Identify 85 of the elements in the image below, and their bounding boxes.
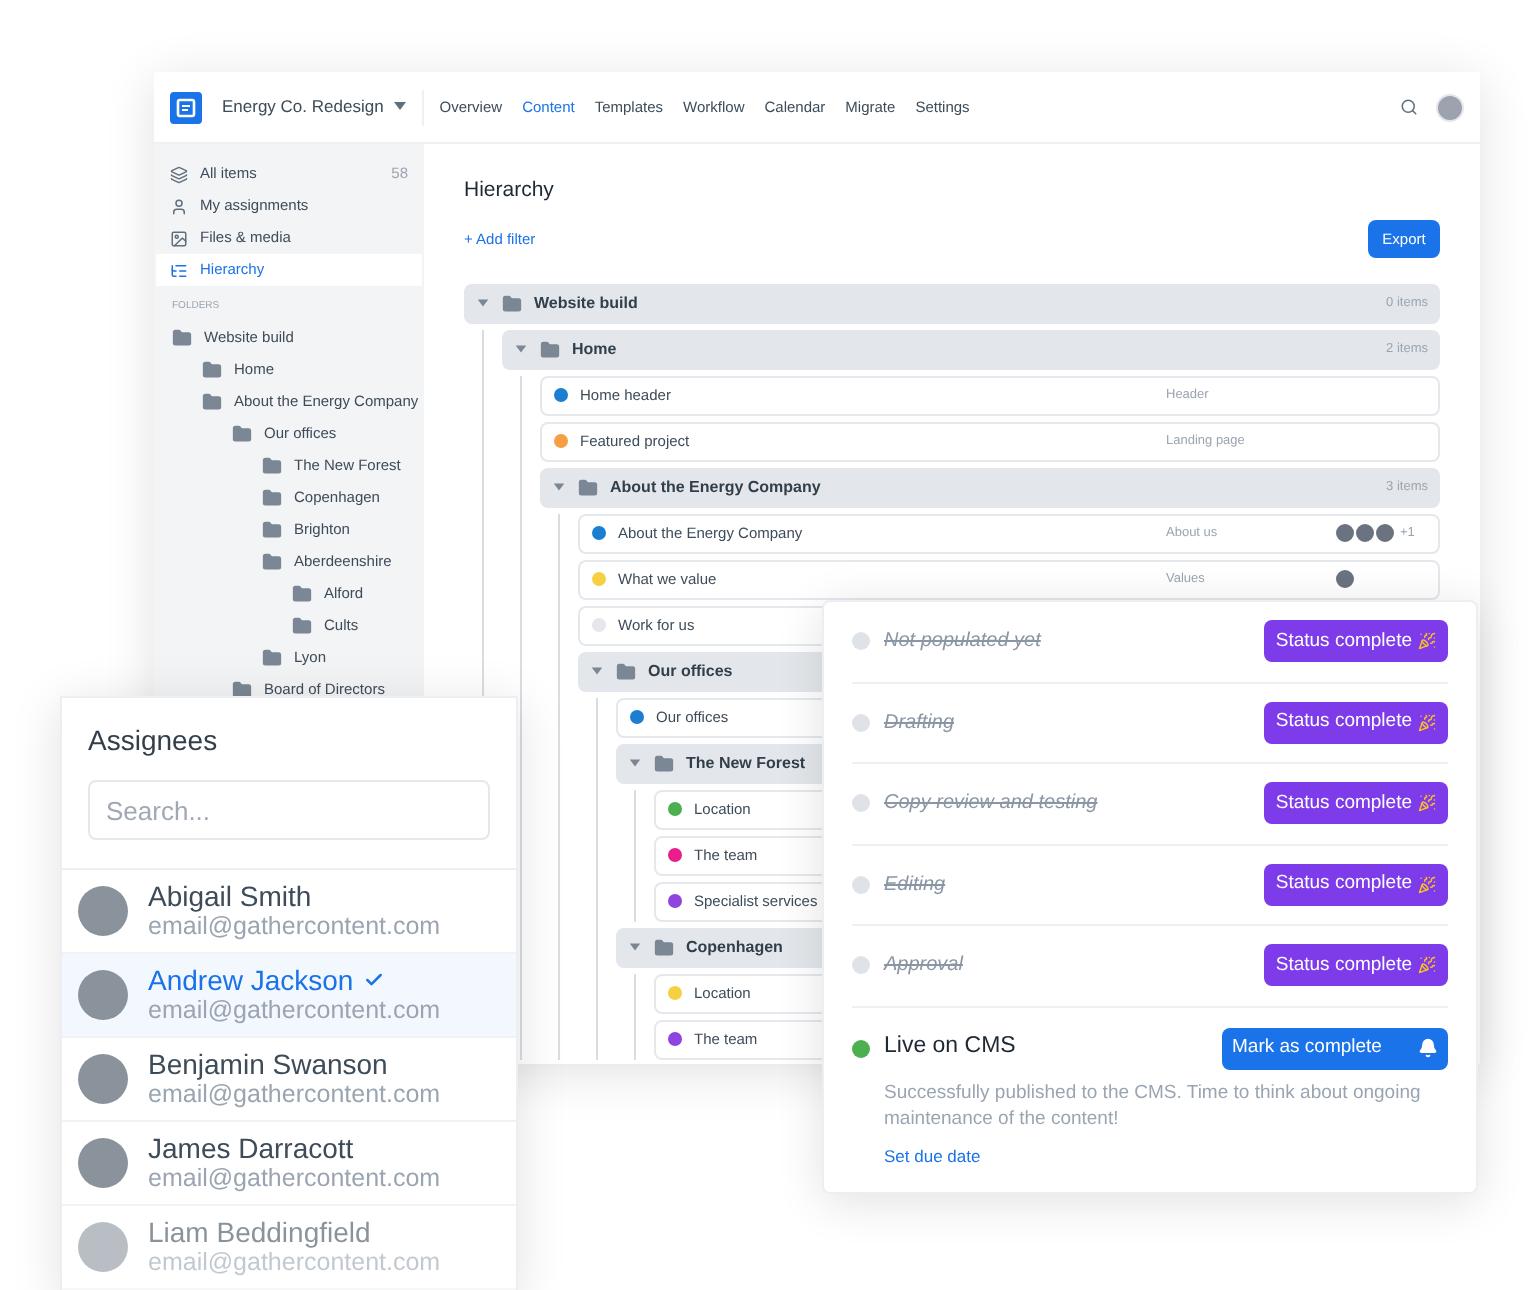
avatar (1334, 568, 1356, 591)
assignee-row[interactable]: Andrew Jackson email@gathercontent.com (62, 954, 516, 1038)
step-name: Approval (884, 952, 966, 981)
avatar (78, 1222, 128, 1272)
step-name: Editing (884, 871, 948, 900)
list-tree-icon (170, 261, 188, 279)
folder-icon (262, 551, 282, 571)
layers-icon (170, 165, 188, 183)
avatar (1354, 522, 1376, 545)
assignee-name: Benjamin Swanson (148, 1047, 388, 1081)
folder-icon (578, 477, 598, 498)
dropdown-caret-icon[interactable] (393, 102, 406, 112)
set-due-date-link[interactable]: Set due date (884, 1143, 1448, 1169)
assignee-email: email@gathercontent.com (148, 1164, 441, 1195)
step-name: Live on CMS (884, 1032, 1018, 1063)
assignee-name: Liam Beddingfield (148, 1215, 371, 1249)
avatar (78, 1054, 128, 1104)
folder-icon (232, 423, 252, 443)
avatar (1334, 522, 1356, 545)
folder-name: About the Energy Company (610, 475, 821, 500)
status-complete-button[interactable]: Status complete (1263, 863, 1448, 906)
party-popper-icon (1418, 713, 1436, 732)
status-complete-button[interactable]: Status complete (1263, 944, 1448, 987)
folder-icon (616, 661, 636, 682)
folder-icon (262, 487, 282, 507)
page-title: Hierarchy (464, 176, 556, 206)
folder-icon (262, 455, 282, 475)
folder-icon (172, 327, 192, 347)
folder-icon (540, 339, 560, 360)
assignee-row[interactable]: Benjamin Swanson email@gathercontent.com (62, 1038, 516, 1122)
avatar (78, 1138, 128, 1188)
search-field[interactable]: Search... (88, 780, 490, 840)
folder-icon (292, 583, 312, 603)
party-popper-icon (1418, 632, 1436, 651)
step-name: Drafting (884, 709, 957, 738)
check-icon (363, 969, 384, 990)
folder-icon (262, 647, 282, 667)
party-popper-icon (1418, 875, 1436, 894)
folder-name: Website build (534, 291, 638, 316)
folder-icon (202, 359, 222, 379)
user-icon (170, 197, 188, 215)
party-popper-icon (1418, 956, 1436, 975)
folder-icon (232, 679, 252, 699)
folder-name: The New Forest (686, 751, 806, 776)
step-name: Not populated yet (884, 628, 1044, 657)
folder-icon (502, 293, 522, 314)
folder-name: Home (572, 337, 617, 362)
mark-complete-button[interactable]: Mark as complete (1222, 1027, 1448, 1069)
caret-icon[interactable] (552, 480, 566, 495)
bell-icon (1418, 1038, 1438, 1058)
assignee-row[interactable]: James Darracott email@gathercontent.com (62, 1122, 516, 1206)
caret-icon[interactable] (628, 756, 642, 771)
assignee-name: Abigail Smith (148, 879, 312, 913)
status-complete-button[interactable]: Status complete (1263, 782, 1448, 825)
folder-icon (202, 391, 222, 411)
folder-name: Copenhagen (686, 935, 783, 960)
project-name[interactable]: Energy Co. Redesign (222, 94, 384, 120)
caret-icon[interactable] (514, 342, 528, 357)
status-complete-button[interactable]: Status complete (1263, 701, 1448, 744)
folder-icon (292, 615, 312, 635)
assignee-name: Andrew Jackson (148, 963, 354, 997)
party-popper-icon (1418, 794, 1436, 813)
status-complete-button[interactable]: Status complete (1263, 620, 1448, 663)
step-name: Copy review and testing (884, 790, 1100, 819)
avatar (78, 970, 128, 1020)
caret-icon[interactable] (476, 296, 490, 311)
logo-icon[interactable] (170, 91, 202, 123)
folder-icon (262, 519, 282, 539)
assignee-email: email@gathercontent.com (148, 1080, 441, 1111)
user-avatar[interactable] (1436, 93, 1464, 121)
step-description: Successfully published to the CMS. Time to think about ongoing maintenance of the content! (884, 1079, 1423, 1131)
assignee-email: email@gathercontent.com (148, 912, 441, 943)
assignee-name: James Darracott (148, 1131, 354, 1165)
search-icon[interactable] (1400, 98, 1418, 116)
assignee-email: email@gathercontent.com (148, 1248, 441, 1279)
folder-name: Our offices (648, 659, 733, 684)
panel-title: Assignees (88, 722, 220, 760)
folder-icon (654, 753, 674, 774)
caret-icon[interactable] (628, 940, 642, 955)
avatar (1374, 522, 1396, 545)
caret-icon[interactable] (590, 664, 604, 679)
image-icon (170, 229, 188, 247)
folder-icon (654, 937, 674, 958)
assignee-email: email@gathercontent.com (148, 996, 441, 1027)
avatar (78, 886, 128, 936)
